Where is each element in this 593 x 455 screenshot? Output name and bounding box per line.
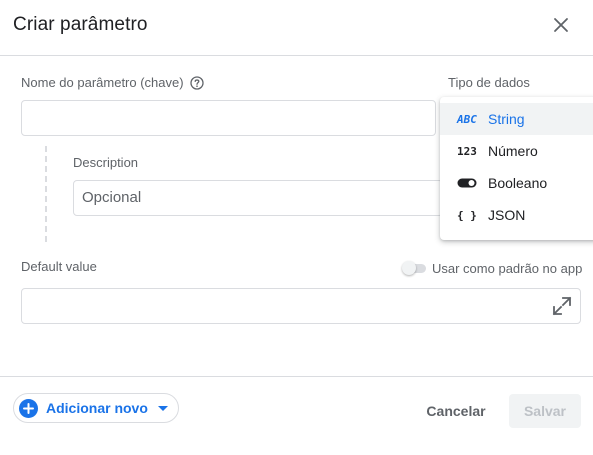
description-divider [45,146,47,242]
default-value-input[interactable] [21,288,581,324]
use-app-default: Usar como padrão no app [402,261,583,276]
menu-item-label: Número [488,143,538,159]
dialog-title: Criar parâmetro [13,14,148,35]
description-input[interactable]: Opcional [73,180,443,216]
param-name-input[interactable] [21,100,436,136]
dialog-header: Criar parâmetro [0,0,593,56]
toggle-knob [402,261,416,275]
expand-icon[interactable] [552,296,572,316]
add-circle-icon [19,398,38,418]
menu-item-label: Booleano [488,175,548,191]
cancel-button[interactable]: Cancelar [418,394,494,428]
close-icon [554,18,568,32]
help-icon[interactable] [189,75,204,90]
add-new-label: Adicionar novo [46,400,148,416]
number-icon: 123 [457,144,477,158]
close-button[interactable] [548,12,574,38]
param-name-label: Nome do parâmetro (chave) [21,75,204,90]
menu-item-boolean[interactable]: Booleano [440,167,593,199]
abc-icon: ABC [457,112,477,126]
menu-item-json[interactable]: { } JSON [440,199,593,231]
add-new-button[interactable]: Adicionar novo [13,393,179,423]
use-app-default-label: Usar como padrão no app [432,261,583,276]
toggle-icon [457,176,481,190]
caret-down-icon [157,405,168,411]
save-button[interactable]: Salvar [509,394,581,428]
data-type-label: Tipo de dados [448,75,530,90]
default-value-label: Default value [21,259,97,274]
description-label: Description [73,155,139,170]
menu-item-number[interactable]: 123 Número [440,135,593,167]
menu-item-label: String [488,111,525,127]
menu-item-string[interactable]: ABC String [440,103,593,135]
braces-icon: { } [457,208,477,222]
use-app-default-toggle[interactable] [402,261,426,275]
param-name-label-text: Nome do parâmetro (chave) [21,75,184,90]
menu-item-label: JSON [488,207,526,223]
data-type-menu: ABC String 123 Número Booleano { } JSON [440,97,593,240]
create-parameter-dialog: Criar parâmetro Nome do parâmetro (chave… [0,0,593,455]
